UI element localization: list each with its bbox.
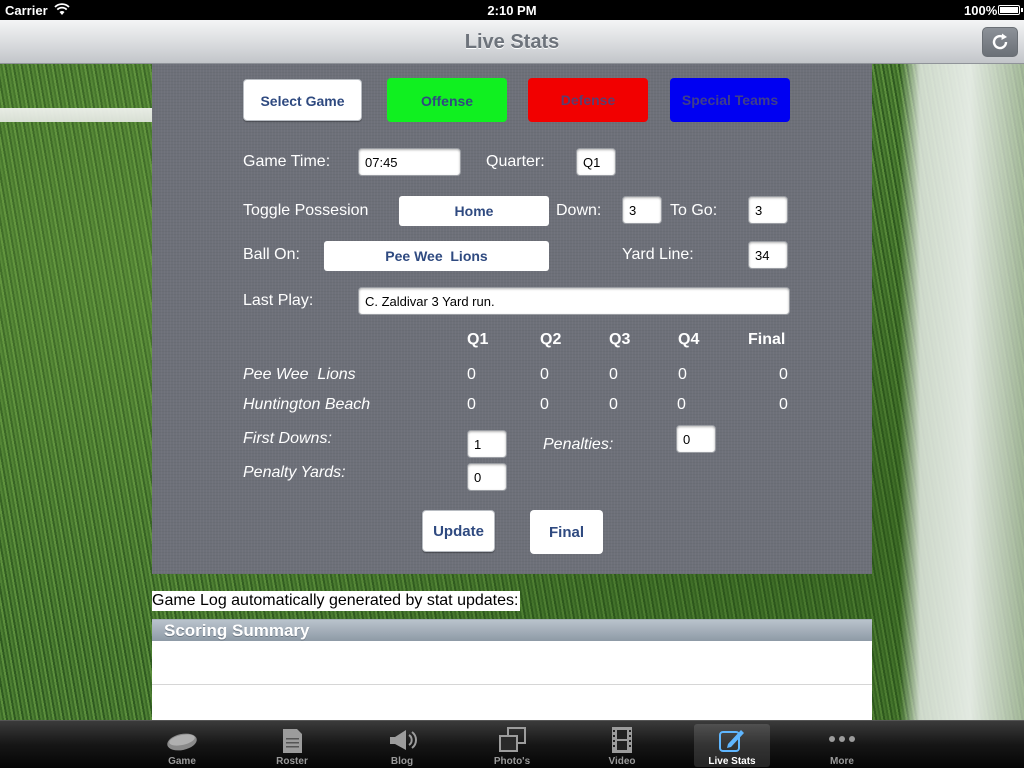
q4-header: Q4 <box>678 331 700 348</box>
penalty-yards-label: Penalty Yards: <box>243 464 346 481</box>
game-log-caption: Game Log automatically generated by stat… <box>152 591 521 611</box>
defense-button[interactable]: Defense <box>528 78 648 122</box>
game-time-field[interactable]: 07:45 <box>358 148 461 176</box>
to-go-label: To Go: <box>670 202 718 219</box>
q2-header: Q2 <box>540 331 562 348</box>
final-button[interactable]: Final <box>530 510 603 554</box>
first-downs-label: First Downs: <box>243 430 332 447</box>
yard-line-label: Yard Line: <box>622 246 694 263</box>
battery-icon <box>998 5 1023 15</box>
edit-icon <box>694 727 770 753</box>
game-time-label: Game Time: <box>243 153 331 170</box>
ball-on-selector[interactable]: Pee Wee Lions <box>324 241 549 271</box>
down-label: Down: <box>556 202 602 219</box>
tab-label: Blog <box>390 756 414 767</box>
yard-line-field[interactable]: 34 <box>748 241 788 269</box>
final-header: Final <box>748 331 786 348</box>
tab-game[interactable]: Game <box>144 724 220 767</box>
tab-live-stats[interactable]: Live Stats <box>694 724 770 767</box>
score-cell: 0 <box>779 366 788 383</box>
field-line <box>900 64 1024 720</box>
first-downs-field[interactable]: 1 <box>467 430 507 458</box>
scoring-summary-list[interactable] <box>152 641 872 720</box>
to-go-field[interactable]: 3 <box>748 196 788 224</box>
penalty-yards-field[interactable]: 0 <box>467 463 507 491</box>
ball-on-label: Ball On: <box>243 246 300 263</box>
status-bar: Carrier 2:10 PM 100% <box>0 0 1024 20</box>
score-cell: 0 <box>609 396 618 413</box>
photos-icon <box>474 727 550 753</box>
score-cell: 0 <box>779 396 788 413</box>
football-icon <box>144 727 220 753</box>
field-line <box>0 108 152 122</box>
scoring-summary-header: Scoring Summary <box>152 619 872 641</box>
select-game-button[interactable]: Select Game <box>243 79 362 121</box>
document-icon <box>254 727 330 753</box>
penalties-label: Penalties: <box>543 436 614 453</box>
quarter-label: Quarter: <box>486 153 545 170</box>
quarter-field[interactable]: Q1 <box>576 148 616 176</box>
refresh-button[interactable] <box>982 27 1018 57</box>
q1-header: Q1 <box>467 331 489 348</box>
tab-video[interactable]: Video <box>584 724 660 767</box>
tab-label: Live Stats <box>708 756 756 767</box>
clock: 2:10 PM <box>487 3 537 18</box>
more-icon <box>804 727 880 753</box>
score-cell: 0 <box>678 366 687 383</box>
megaphone-icon <box>364 727 440 753</box>
live-stats-panel: Select Game Offense Defense Special Team… <box>152 64 872 574</box>
tab-more[interactable]: More <box>804 724 880 767</box>
possession-label: Toggle Possesion <box>243 202 369 219</box>
down-field[interactable]: 3 <box>622 196 662 224</box>
film-icon <box>584 727 660 753</box>
home-team-name: Pee Wee Lions <box>243 366 356 383</box>
score-cell: 0 <box>467 396 476 413</box>
q3-header: Q3 <box>609 331 631 348</box>
navigation-bar: Live Stats <box>0 20 1024 64</box>
score-cell: 0 <box>540 396 549 413</box>
last-play-field[interactable]: C. Zaldivar 3 Yard run. <box>358 287 790 315</box>
score-cell: 0 <box>467 366 476 383</box>
offense-button[interactable]: Offense <box>387 78 507 122</box>
tab-label: More <box>830 756 854 767</box>
penalties-field[interactable]: 0 <box>676 425 716 453</box>
tab-blog[interactable]: Blog <box>364 724 440 767</box>
update-button[interactable]: Update <box>422 510 495 552</box>
tab-photos[interactable]: Photo's <box>474 724 550 767</box>
special-teams-button[interactable]: Special Teams <box>670 78 790 122</box>
tab-label: Game <box>168 756 196 767</box>
last-play-label: Last Play: <box>243 292 314 309</box>
away-team-name: Huntington Beach <box>243 396 371 413</box>
list-divider <box>152 684 872 685</box>
possession-toggle[interactable]: Home <box>399 196 549 226</box>
score-cell: 0 <box>540 366 549 383</box>
battery-percent: 100% <box>964 3 998 18</box>
page-title: Live Stats <box>464 31 560 53</box>
score-cell: 0 <box>677 396 686 413</box>
tab-label: Roster <box>276 756 308 767</box>
tab-label: Photo's <box>493 756 531 767</box>
score-cell: 0 <box>609 366 618 383</box>
tab-bar: Game Roster Blog Photo's Video Live Stat… <box>0 720 1024 768</box>
tab-label: Video <box>608 756 636 767</box>
tab-roster[interactable]: Roster <box>254 724 330 767</box>
refresh-icon <box>992 33 1008 50</box>
